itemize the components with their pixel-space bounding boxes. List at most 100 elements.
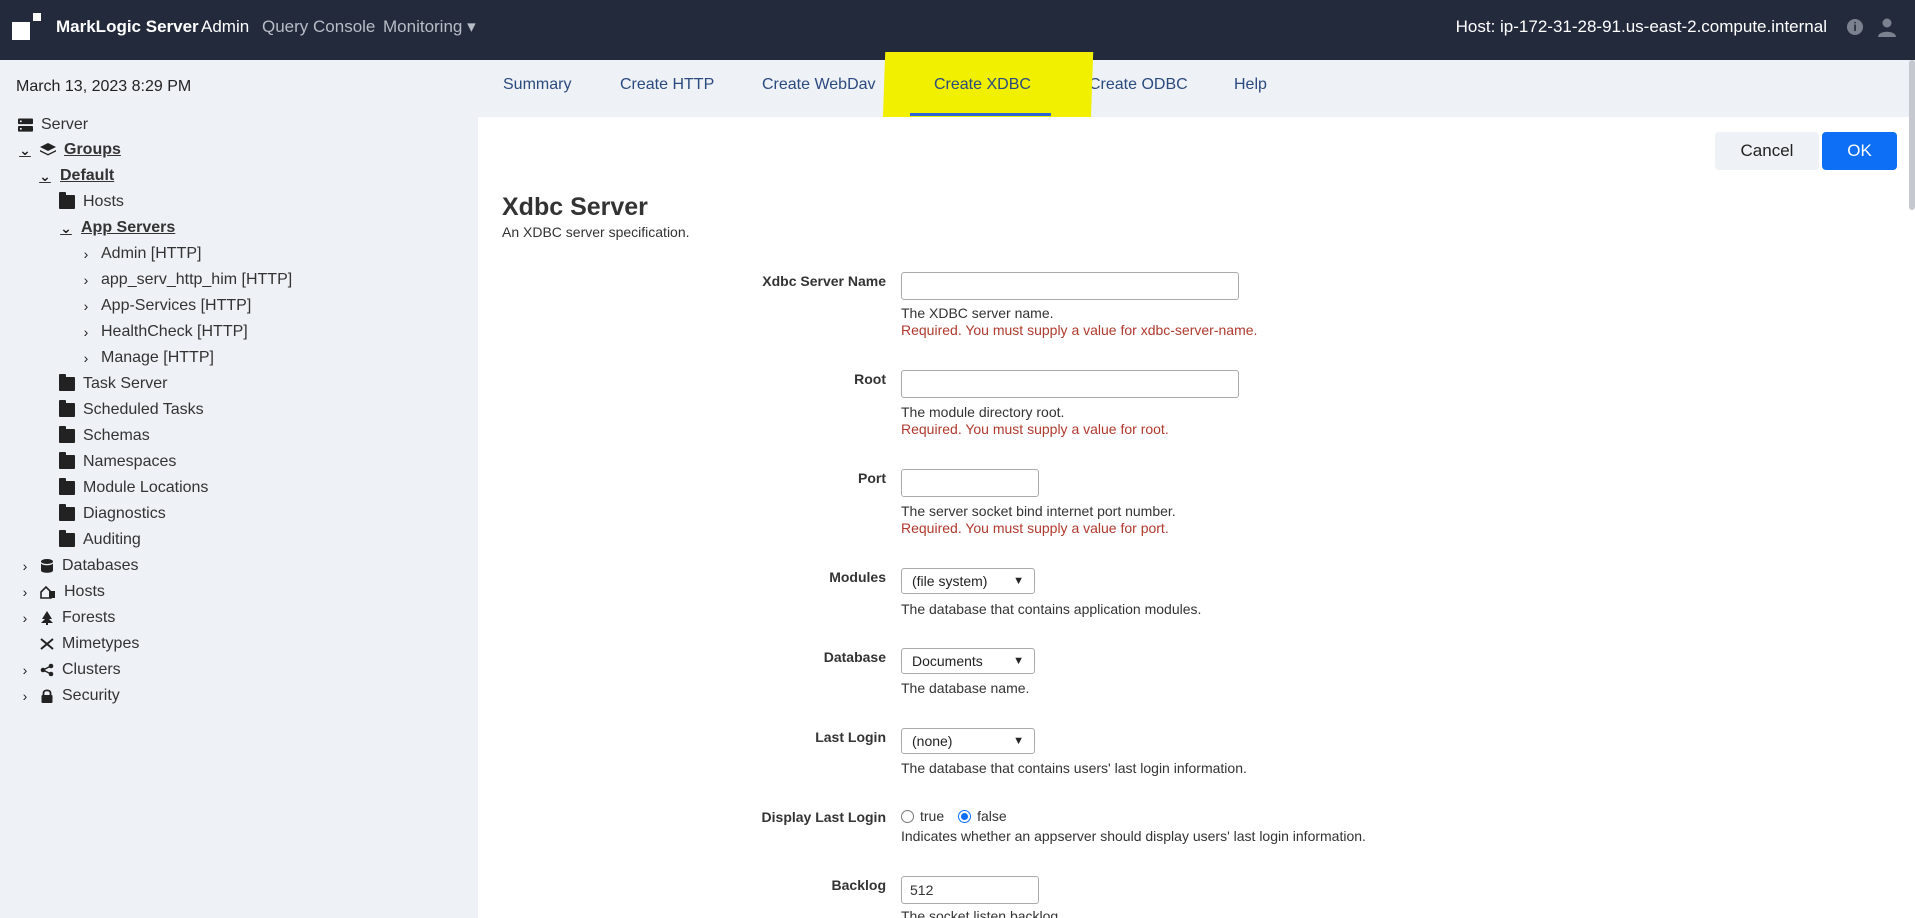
tab-create-http[interactable]: Create HTTP [620,76,714,94]
chevron-right-icon[interactable]: › [79,298,93,314]
chevron-down-icon: ▼ [1013,575,1024,587]
tree-item-databases[interactable]: › Databases [18,555,139,577]
root-help: The module directory root. [901,404,1065,420]
chevron-right-icon[interactable]: › [79,350,93,366]
chevron-right-icon[interactable]: › [79,272,93,288]
tree-label: Hosts [83,193,124,210]
tab-create-webdav[interactable]: Create WebDav [762,76,876,94]
chevron-down-icon[interactable]: ⌄ [59,220,73,237]
main-content [478,117,1915,918]
server-name-error: Required. You must supply a value for xd… [901,322,1258,338]
page-scrollbar[interactable] [1909,60,1915,210]
radio-false-label[interactable]: false [977,808,1007,824]
tree-label: Scheduled Tasks [83,401,204,418]
tree-item-app-serv-http-him[interactable]: › app_serv_http_him [HTTP] [79,269,293,291]
nav-monitoring-dropdown[interactable]: Monitoring ▾ [383,17,476,37]
server-name-input[interactable] [901,272,1239,300]
tree-label: Schemas [83,427,150,444]
tree-label: Forests [62,609,116,626]
port-input[interactable] [901,469,1039,497]
server-name-help: The XDBC server name. [901,305,1054,321]
cancel-button[interactable]: Cancel [1715,132,1819,170]
database-help: The database name. [901,680,1030,696]
tree-label: Mimetypes [62,635,140,652]
folder-icon [59,374,75,391]
tree-icon [41,611,53,625]
tree-item-forests[interactable]: › Forests [18,607,116,629]
tree-item-manage-http[interactable]: › Manage [HTTP] [79,347,214,369]
chevron-right-icon[interactable]: › [18,584,32,600]
root-error: Required. You must supply a value for ro… [901,421,1169,437]
tree-label: HealthCheck [HTTP] [101,323,248,340]
chevron-down-icon: ▼ [1013,735,1024,747]
tree-item-server[interactable]: Server [18,114,88,136]
tree-item-module-locations[interactable]: Module Locations [59,477,208,499]
backlog-help: The socket listen backlog. [901,908,1063,918]
server-icon [18,118,33,132]
tree-item-hosts[interactable]: › Hosts [18,581,105,603]
tree-label: Admin [HTTP] [101,245,202,262]
tree-item-app-servers[interactable]: ⌄ App Servers [59,217,175,239]
folder-icon [59,504,75,521]
tab-create-odbc[interactable]: Create ODBC [1089,76,1188,94]
chevron-right-icon[interactable]: › [79,246,93,262]
backlog-input[interactable] [901,876,1039,904]
user-icon[interactable] [1877,17,1897,37]
nav-admin-link[interactable]: Admin [201,17,249,37]
tree-label: Security [62,687,120,704]
folder-icon [59,400,75,417]
tree-item-mimetypes[interactable]: Mimetypes [40,633,139,655]
tree-item-task-server[interactable]: Task Server [59,373,167,395]
tree-item-healthcheck-http[interactable]: › HealthCheck [HTTP] [79,321,248,343]
layers-icon [40,143,56,156]
tab-help[interactable]: Help [1234,76,1267,94]
tree-label: app_serv_http_him [HTTP] [101,271,293,288]
tree-item-app-services-http[interactable]: › App-Services [HTTP] [79,295,252,317]
chevron-right-icon[interactable]: › [18,610,32,626]
chevron-right-icon[interactable]: › [79,324,93,340]
chevron-right-icon[interactable]: › [18,688,32,704]
nav-query-console-link[interactable]: Query Console [262,17,375,37]
display-last-login-options: true false [901,808,1007,824]
chevron-down-icon[interactable]: ⌄ [18,142,32,159]
tree-item-admin-http[interactable]: › Admin [HTTP] [79,243,202,265]
tree-label: Manage [HTTP] [101,349,214,366]
page-subtitle: An XDBC server specification. [502,224,690,240]
chevron-down-icon[interactable]: ⌄ [38,168,52,185]
hosts-icon [40,585,55,599]
last-login-select[interactable]: (none) ▼ [901,728,1035,754]
tree-item-auditing[interactable]: Auditing [59,529,141,551]
page-title: Xdbc Server [502,193,648,221]
tree-item-clusters[interactable]: › Clusters [18,659,121,681]
tree-item-scheduled-tasks[interactable]: Scheduled Tasks [59,399,204,421]
database-select[interactable]: Documents ▼ [901,648,1035,674]
chevron-right-icon[interactable]: › [18,662,32,678]
tab-summary[interactable]: Summary [503,76,571,94]
brand-name[interactable]: MarkLogic Server [56,17,199,37]
modules-select[interactable]: (file system) ▼ [901,568,1035,594]
last-login-label: Last Login [815,729,886,745]
tree-label: Groups [64,141,121,158]
radio-true[interactable] [901,809,914,823]
ok-button[interactable]: OK [1822,132,1897,170]
radio-true-label[interactable]: true [920,808,944,824]
tree-item-groups[interactable]: ⌄ Groups [18,139,121,161]
tree-item-namespaces[interactable]: Namespaces [59,451,176,473]
tab-create-xdbc[interactable]: Create XDBC [934,76,1031,94]
radio-false[interactable] [958,809,972,823]
info-icon[interactable]: i [1847,19,1863,35]
tree-item-security[interactable]: › Security [18,685,120,707]
chevron-right-icon[interactable]: › [18,558,32,574]
tree-item-diagnostics[interactable]: Diagnostics [59,503,166,525]
tree-item-schemas[interactable]: Schemas [59,425,150,447]
tree-label: App Servers [81,219,176,236]
backlog-label: Backlog [831,877,886,893]
tree-label: Databases [62,557,139,574]
root-label: Root [854,371,886,387]
tree-item-hosts-folder[interactable]: Hosts [59,191,124,213]
port-label: Port [858,470,886,486]
marklogic-logo-icon[interactable] [12,13,41,41]
tree-label: Server [41,116,89,133]
root-input[interactable] [901,370,1239,398]
tree-item-default[interactable]: ⌄ Default [38,165,114,187]
